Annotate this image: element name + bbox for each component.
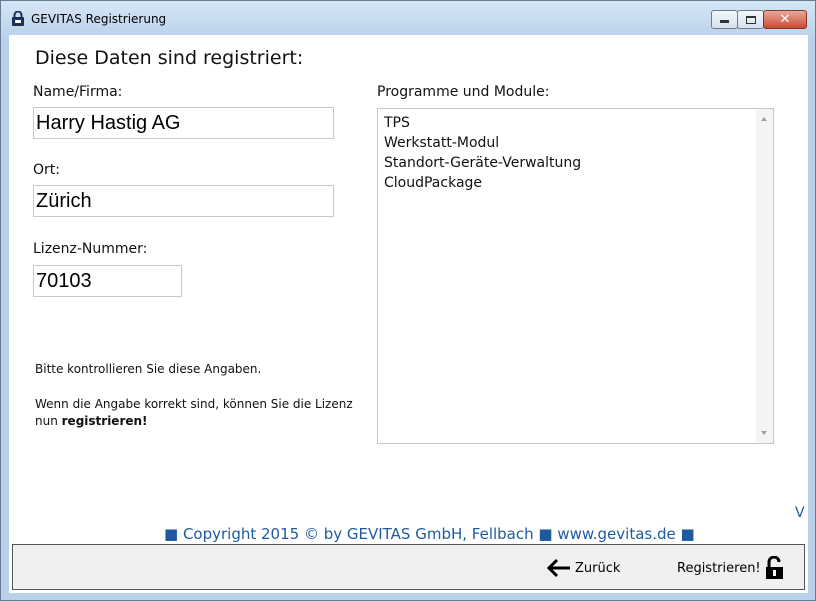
- hint-bold-register: registrieren!: [61, 414, 148, 428]
- register-button-label: Registrieren!: [677, 560, 761, 576]
- scroll-down-icon[interactable]: [761, 431, 767, 435]
- page-title: Diese Daten sind registriert:: [35, 47, 304, 69]
- close-button[interactable]: ✕: [763, 10, 807, 29]
- modules-listbox[interactable]: TPS Werkstatt-Modul Standort-Geräte-Verw…: [377, 108, 774, 444]
- app-window: GEVITAS Registrierung ✕ Diese Daten sind…: [0, 0, 816, 601]
- list-item[interactable]: Werkstatt-Modul: [384, 133, 581, 153]
- close-icon: ✕: [779, 12, 791, 27]
- arrow-left-icon: [547, 558, 570, 578]
- unlock-icon: [765, 556, 783, 579]
- copyright-text: ■ Copyright 2015 © by GEVITAS GmbH, Fell…: [164, 525, 695, 543]
- vertical-scrollbar[interactable]: [756, 109, 773, 443]
- window-controls: ✕: [711, 10, 807, 29]
- license-label: Lizenz-Nummer:: [33, 241, 148, 257]
- hint-register-line1: Wenn die Angabe korrekt sind, können Sie…: [35, 397, 353, 411]
- name-field[interactable]: Harry Hastig AG: [33, 107, 334, 139]
- dialog-content: Diese Daten sind registriert: Name/Firma…: [9, 35, 808, 593]
- minimize-button[interactable]: [711, 10, 738, 29]
- hint-prefix: nun: [35, 414, 62, 428]
- lock-app-icon: [12, 11, 24, 26]
- window-title: GEVITAS Registrierung: [31, 12, 167, 26]
- hint-check-text: Bitte kontrollieren Sie diese Angaben.: [35, 362, 262, 376]
- minimize-icon: [720, 19, 729, 23]
- maximize-button[interactable]: [737, 10, 764, 29]
- maximize-icon: [745, 15, 756, 24]
- version-label: V: [795, 505, 805, 521]
- modules-list: TPS Werkstatt-Modul Standort-Geräte-Verw…: [384, 113, 581, 193]
- scroll-up-icon[interactable]: [761, 117, 767, 121]
- ort-label: Ort:: [33, 162, 60, 178]
- list-item[interactable]: Standort-Geräte-Verwaltung: [384, 153, 581, 173]
- license-number-field[interactable]: 70103: [33, 265, 182, 297]
- list-item[interactable]: TPS: [384, 113, 581, 133]
- list-item[interactable]: CloudPackage: [384, 173, 581, 193]
- name-label: Name/Firma:: [33, 84, 123, 100]
- hint-register-line2: nun registrieren!: [35, 414, 148, 428]
- back-button[interactable]: Zurück: [547, 553, 620, 583]
- modules-label: Programme und Module:: [377, 84, 550, 100]
- ort-field[interactable]: Zürich: [33, 185, 334, 217]
- back-button-label: Zurück: [575, 560, 621, 576]
- footer-bar: Zurück Registrieren!: [12, 544, 805, 590]
- register-button[interactable]: Registrieren!: [677, 553, 785, 583]
- title-bar[interactable]: GEVITAS Registrierung ✕: [1, 1, 815, 35]
